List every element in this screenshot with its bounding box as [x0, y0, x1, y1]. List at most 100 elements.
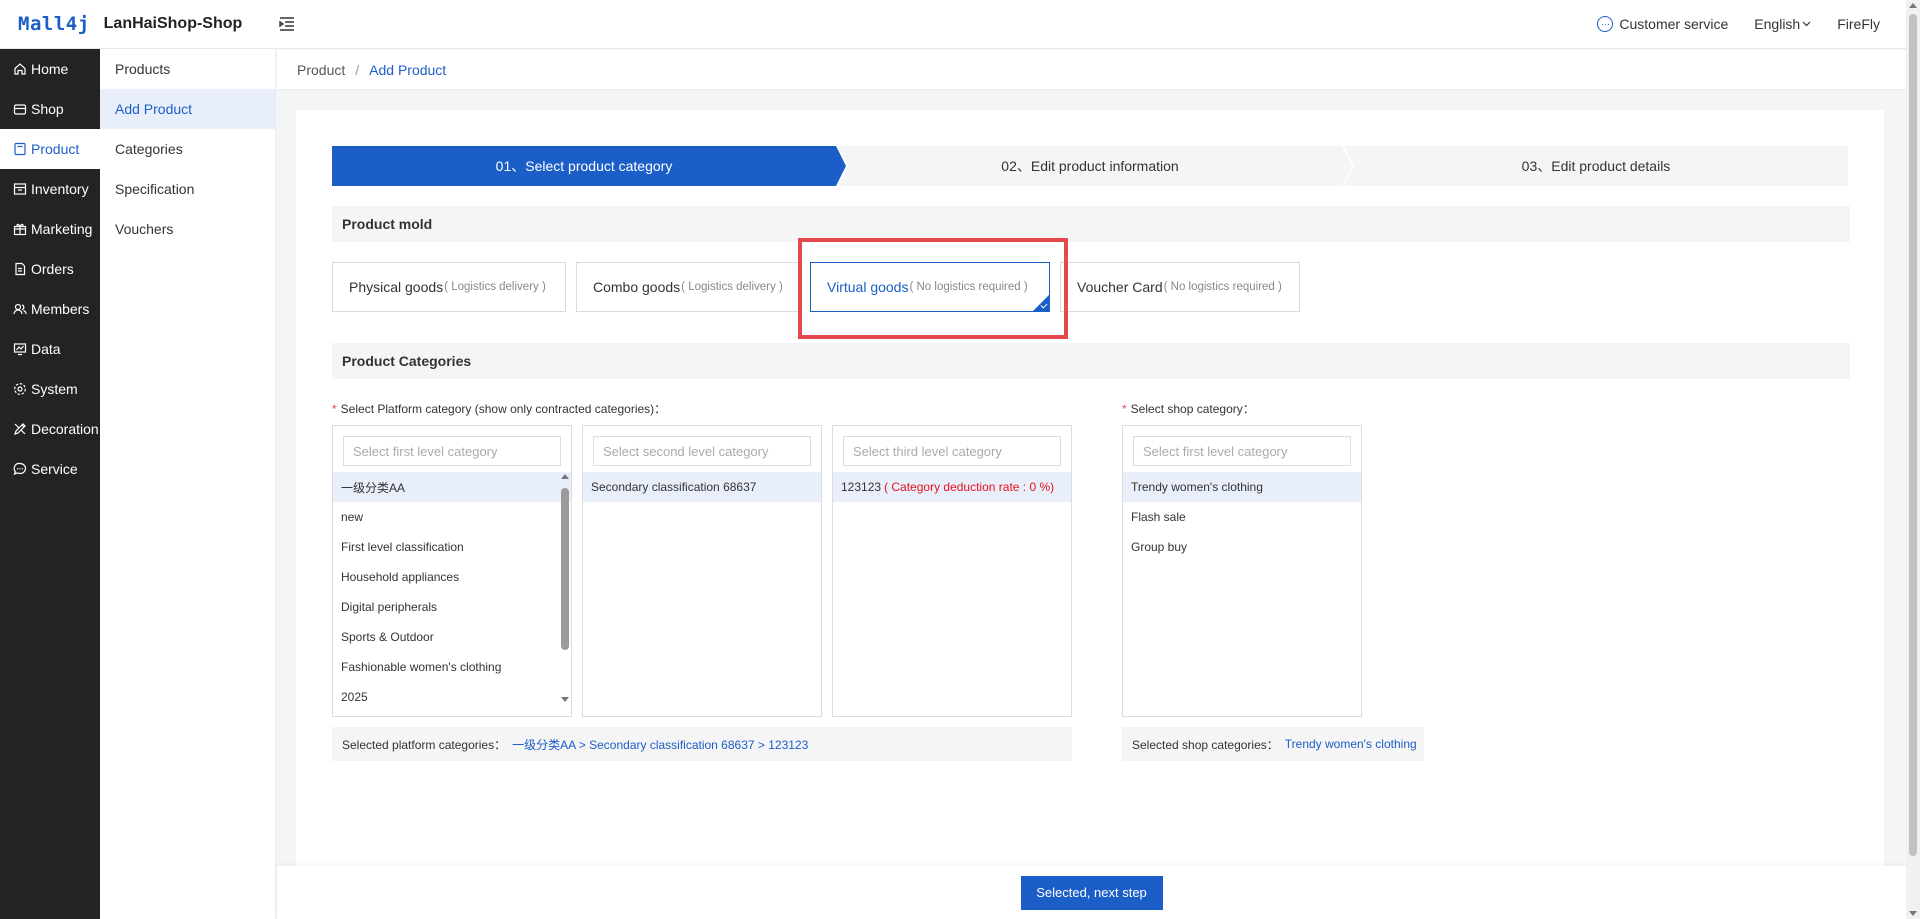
scroll-thumb[interactable] [561, 488, 569, 650]
logo-mark: Mall4j [18, 13, 90, 35]
list-item[interactable]: Sports & Outdoor [333, 622, 571, 652]
second-level-search-input[interactable] [603, 443, 810, 459]
add-product-card: 01、Select product category 02、Edit produ… [296, 110, 1884, 870]
sidebar-item-data[interactable]: Data [0, 329, 100, 369]
mold-combo-goods[interactable]: Combo goods ( Logistics delivery ) [576, 262, 800, 312]
customer-service-label: Customer service [1619, 16, 1729, 32]
list-item[interactable]: 一级分类AA [333, 472, 571, 502]
customer-service-link[interactable]: ··· Customer service [1597, 16, 1728, 32]
second-level-list: Secondary classification 68637 [583, 472, 821, 502]
mold-hint: ( Logistics delivery ) [444, 281, 546, 293]
third-level-list: 123123 ( Category deduction rate : 0 %) [833, 472, 1071, 502]
sidebar-item-label: System [31, 381, 78, 397]
submenu-item-categories[interactable]: Categories [100, 129, 275, 169]
page-scrollbar[interactable] [1906, 0, 1920, 919]
third-level-search-input[interactable] [853, 443, 1060, 459]
step-label: 03、Edit product details [1521, 158, 1671, 174]
list-item[interactable]: First level classification [333, 532, 571, 562]
shop-icon [13, 102, 27, 116]
category-name: 123123 [841, 480, 882, 494]
shop-category-search [1133, 436, 1351, 466]
submenu-item-add-product[interactable]: Add Product [100, 89, 275, 129]
mold-name: Virtual goods [827, 279, 909, 295]
sidebar-item-label: Product [31, 141, 80, 157]
menu-collapse-icon[interactable] [275, 12, 299, 36]
language-label: English [1754, 16, 1801, 32]
product-categories-heading: Product Categories [332, 343, 1850, 379]
deduction-rate: ( Category deduction rate : 0 %) [884, 480, 1055, 494]
list-item[interactable]: 2025 [333, 682, 571, 712]
shop-name: LanHaiShop-Shop [103, 15, 243, 32]
list-item[interactable]: Group buy [1123, 532, 1361, 562]
shop-category-list: Trendy women's clothing Flash sale Group… [1123, 472, 1361, 562]
sidebar-item-home[interactable]: Home [0, 49, 100, 89]
scroll-down-icon[interactable] [1909, 911, 1917, 916]
list-item[interactable]: Secondary classification 68637 [583, 472, 821, 502]
scroll-up-icon[interactable] [561, 474, 569, 479]
first-level-search [343, 436, 561, 466]
submenu-item-specification[interactable]: Specification [100, 169, 275, 209]
selected-shop-label: Selected shop categories： [1132, 737, 1279, 752]
mold-physical-goods[interactable]: Physical goods ( Logistics delivery ) [332, 262, 566, 312]
mold-hint: ( No logistics required ) [909, 281, 1028, 293]
scroll-up-icon[interactable] [1909, 3, 1917, 8]
sidebar-item-members[interactable]: Members [0, 289, 100, 329]
main-sidebar: Home Shop Product Inventory Marketing Or… [0, 49, 100, 919]
step-label: 02、Edit product information [1001, 158, 1179, 174]
step-label: 01、Select product category [495, 158, 673, 174]
mold-name: Physical goods [349, 279, 444, 295]
service-icon [13, 462, 27, 476]
list-item[interactable]: Flash sale [1123, 502, 1361, 532]
scroll-down-icon[interactable] [561, 697, 569, 702]
submenu-item-vouchers[interactable]: Vouchers [100, 209, 275, 249]
submenu-item-products[interactable]: Products [100, 49, 275, 89]
scroll-thumb[interactable] [1909, 14, 1917, 856]
list-item[interactable]: Household appliances [333, 562, 571, 592]
second-level-search [593, 436, 811, 466]
sidebar-item-decoration[interactable]: Decoration [0, 409, 100, 449]
product-mold-heading: Product mold [332, 206, 1850, 242]
breadcrumb-parent[interactable]: Product [297, 62, 345, 78]
list-item[interactable]: 123123 ( Category deduction rate : 0 %) [833, 472, 1071, 502]
first-level-search-input[interactable] [353, 443, 560, 459]
step-arrow [1342, 146, 1352, 186]
sidebar-item-label: Service [31, 461, 78, 477]
mold-voucher-card[interactable]: Voucher Card ( No logistics required ) [1060, 262, 1300, 312]
list-item[interactable]: Trendy women's clothing [1123, 472, 1361, 502]
platform-category-label: * Select Platform category (show only con… [332, 400, 666, 417]
mold-hint: ( Logistics delivery ) [681, 281, 783, 293]
next-step-button[interactable]: Selected, next step [1020, 875, 1163, 910]
user-menu[interactable]: FireFly [1837, 16, 1880, 32]
sidebar-item-label: Home [31, 61, 69, 77]
first-level-list: 一级分类AA new First level classification Ho… [333, 472, 571, 712]
list-item[interactable]: Fashionable women's clothing [333, 652, 571, 682]
members-icon [13, 302, 27, 316]
sidebar-item-product[interactable]: Product [0, 129, 100, 169]
breadcrumb-current: Add Product [369, 61, 447, 78]
sidebar-item-system[interactable]: System [0, 369, 100, 409]
home-icon [13, 62, 27, 76]
sidebar-item-inventory[interactable]: Inventory [0, 169, 100, 209]
sidebar-item-service[interactable]: Service [0, 449, 100, 489]
sidebar-item-label: Decoration [31, 421, 99, 437]
list-scrollbar[interactable] [560, 472, 570, 704]
chat-icon: ··· [1597, 16, 1614, 32]
third-level-search [843, 436, 1061, 466]
sidebar-item-orders[interactable]: Orders [0, 249, 100, 289]
sidebar-item-marketing[interactable]: Marketing [0, 209, 100, 249]
shop-category-box: Trendy women's clothing Flash sale Group… [1122, 425, 1362, 717]
data-icon [13, 342, 27, 356]
sidebar-item-shop[interactable]: Shop [0, 89, 100, 129]
list-item[interactable]: new [333, 502, 571, 532]
product-submenu: Products Add Product Categories Specific… [100, 49, 276, 919]
inventory-icon [13, 182, 27, 196]
selected-platform-path: 一级分类AA > Secondary classification 68637 … [512, 737, 809, 752]
sidebar-item-label: Orders [31, 261, 74, 277]
step-progress: 01、Select product category 02、Edit produ… [332, 146, 1850, 186]
list-item[interactable]: Digital peripherals [333, 592, 571, 622]
language-select[interactable]: English [1754, 16, 1811, 32]
shop-category-search-input[interactable] [1143, 443, 1350, 459]
mold-virtual-goods[interactable]: Virtual goods ( No logistics required ) [810, 262, 1050, 312]
product-icon [13, 142, 27, 156]
orders-icon [13, 262, 27, 276]
